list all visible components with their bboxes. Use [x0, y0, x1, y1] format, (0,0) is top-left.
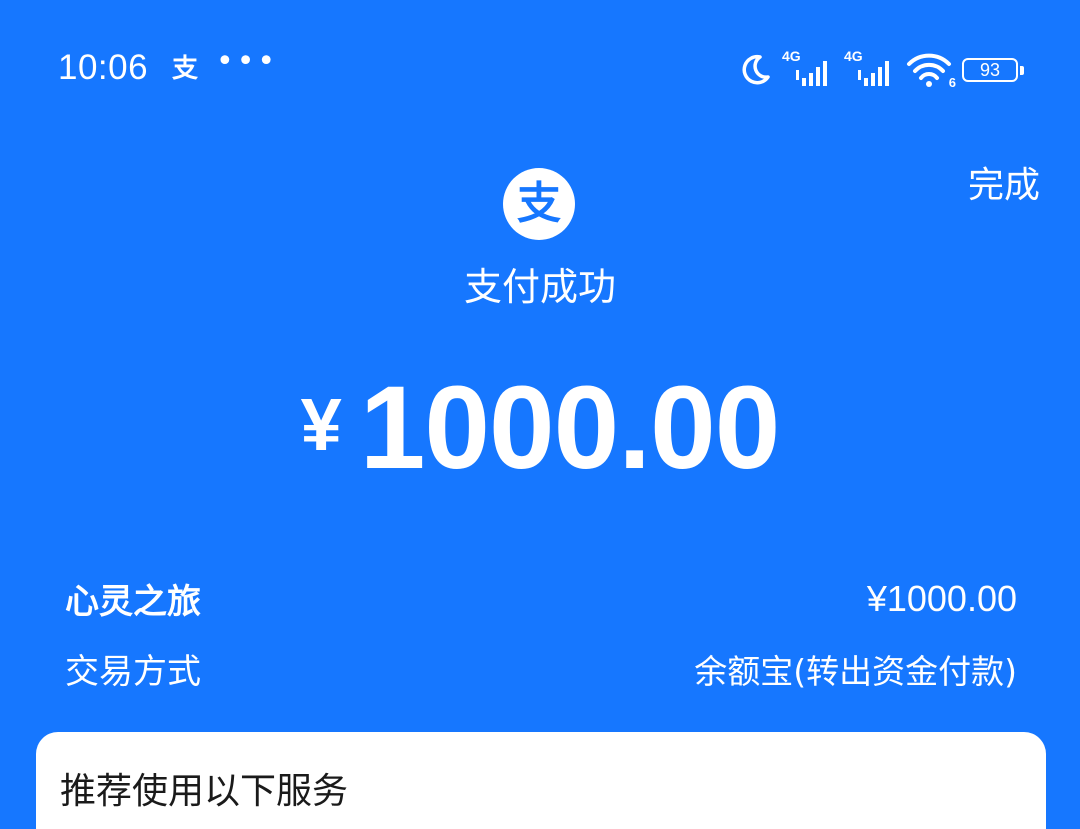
- payment-method-value: 余额宝(转出资金付款): [694, 651, 1017, 691]
- signal-icon: 4G: [782, 48, 834, 90]
- more-notifications-icon: •••: [216, 44, 279, 79]
- status-icons: 4G 4G 6 93: [738, 48, 1024, 92]
- battery-icon: 93: [962, 58, 1024, 82]
- merchant-amount: ¥1000.00: [866, 577, 1017, 619]
- alipay-notification-icon: 支: [172, 54, 199, 84]
- alipay-logo: 支: [503, 168, 575, 240]
- payment-status-title: 支付成功: [463, 265, 616, 309]
- merchant-row: 心灵之旅 ¥1000.00: [65, 574, 1017, 623]
- currency-symbol: ¥: [300, 383, 342, 466]
- battery-level: 93: [979, 60, 1001, 80]
- amount-value: 1000.00: [359, 362, 781, 494]
- merchant-name: 心灵之旅: [65, 582, 201, 622]
- recommended-services-title: 推荐使用以下服务: [60, 771, 349, 812]
- payment-amount: ¥1000.00: [0, 360, 1080, 496]
- payment-method-label: 交易方式: [65, 652, 201, 692]
- status-time: 10:06: [58, 48, 149, 87]
- moon-icon: [742, 54, 770, 85]
- status-bar: 10:06 支 ••• 4G 4G 6 93: [0, 0, 1080, 140]
- alipay-logo-glyph: 支: [517, 178, 561, 229]
- recommended-services-card: 推荐使用以下服务: [36, 732, 1046, 829]
- done-button[interactable]: 完成: [968, 156, 1040, 208]
- signal-icon: 4G: [844, 48, 896, 90]
- wifi-icon: 6: [906, 50, 956, 90]
- payment-method-row: 交易方式 余额宝(转出资金付款): [65, 644, 1017, 693]
